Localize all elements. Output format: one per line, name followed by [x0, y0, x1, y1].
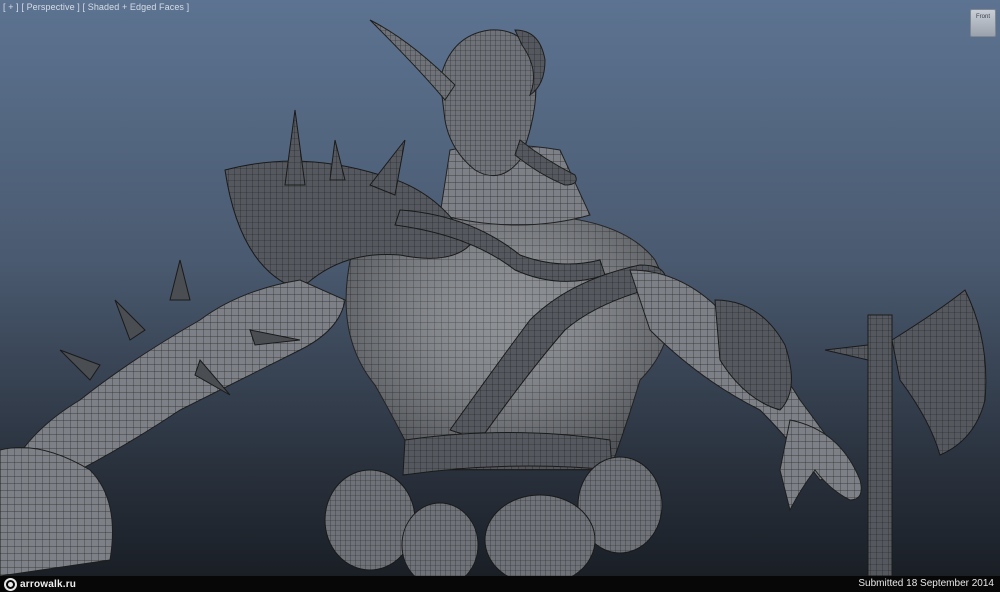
footer-bar: arrowalk.ru Submitted 18 September 2014: [0, 576, 1000, 592]
left-arm-mesh: [9, 279, 346, 481]
left-ear-mesh: [369, 19, 456, 101]
logo-text: arrowalk.ru: [20, 578, 77, 590]
right-hand-mesh: [779, 419, 862, 512]
left-hand-mesh: [0, 447, 113, 576]
viewport-view-menu[interactable]: [ Perspective ]: [21, 2, 80, 12]
viewcube[interactable]: Front: [970, 9, 996, 37]
3d-viewport[interactable]: [ + ] [ Perspective ] [ Shaded + Edged F…: [0, 0, 1000, 576]
character-model-render: [0, 19, 987, 576]
axe-blade-mesh: [891, 289, 987, 456]
site-logo[interactable]: arrowalk.ru: [4, 577, 76, 591]
viewport-label: [ + ] [ Perspective ] [ Shaded + Edged F…: [3, 2, 189, 12]
right-bracer-mesh: [714, 299, 792, 411]
submitted-date: Submitted 18 September 2014: [858, 578, 994, 589]
viewcube-face-label: Front: [975, 14, 990, 20]
viewport-shading-menu[interactable]: [ Shaded + Edged Faces ]: [83, 2, 190, 12]
logo-icon: [4, 577, 17, 591]
axe-handle-mesh: [867, 314, 893, 576]
skull-mesh: [324, 469, 416, 571]
viewport-menu-plus[interactable]: [ + ]: [3, 2, 19, 12]
